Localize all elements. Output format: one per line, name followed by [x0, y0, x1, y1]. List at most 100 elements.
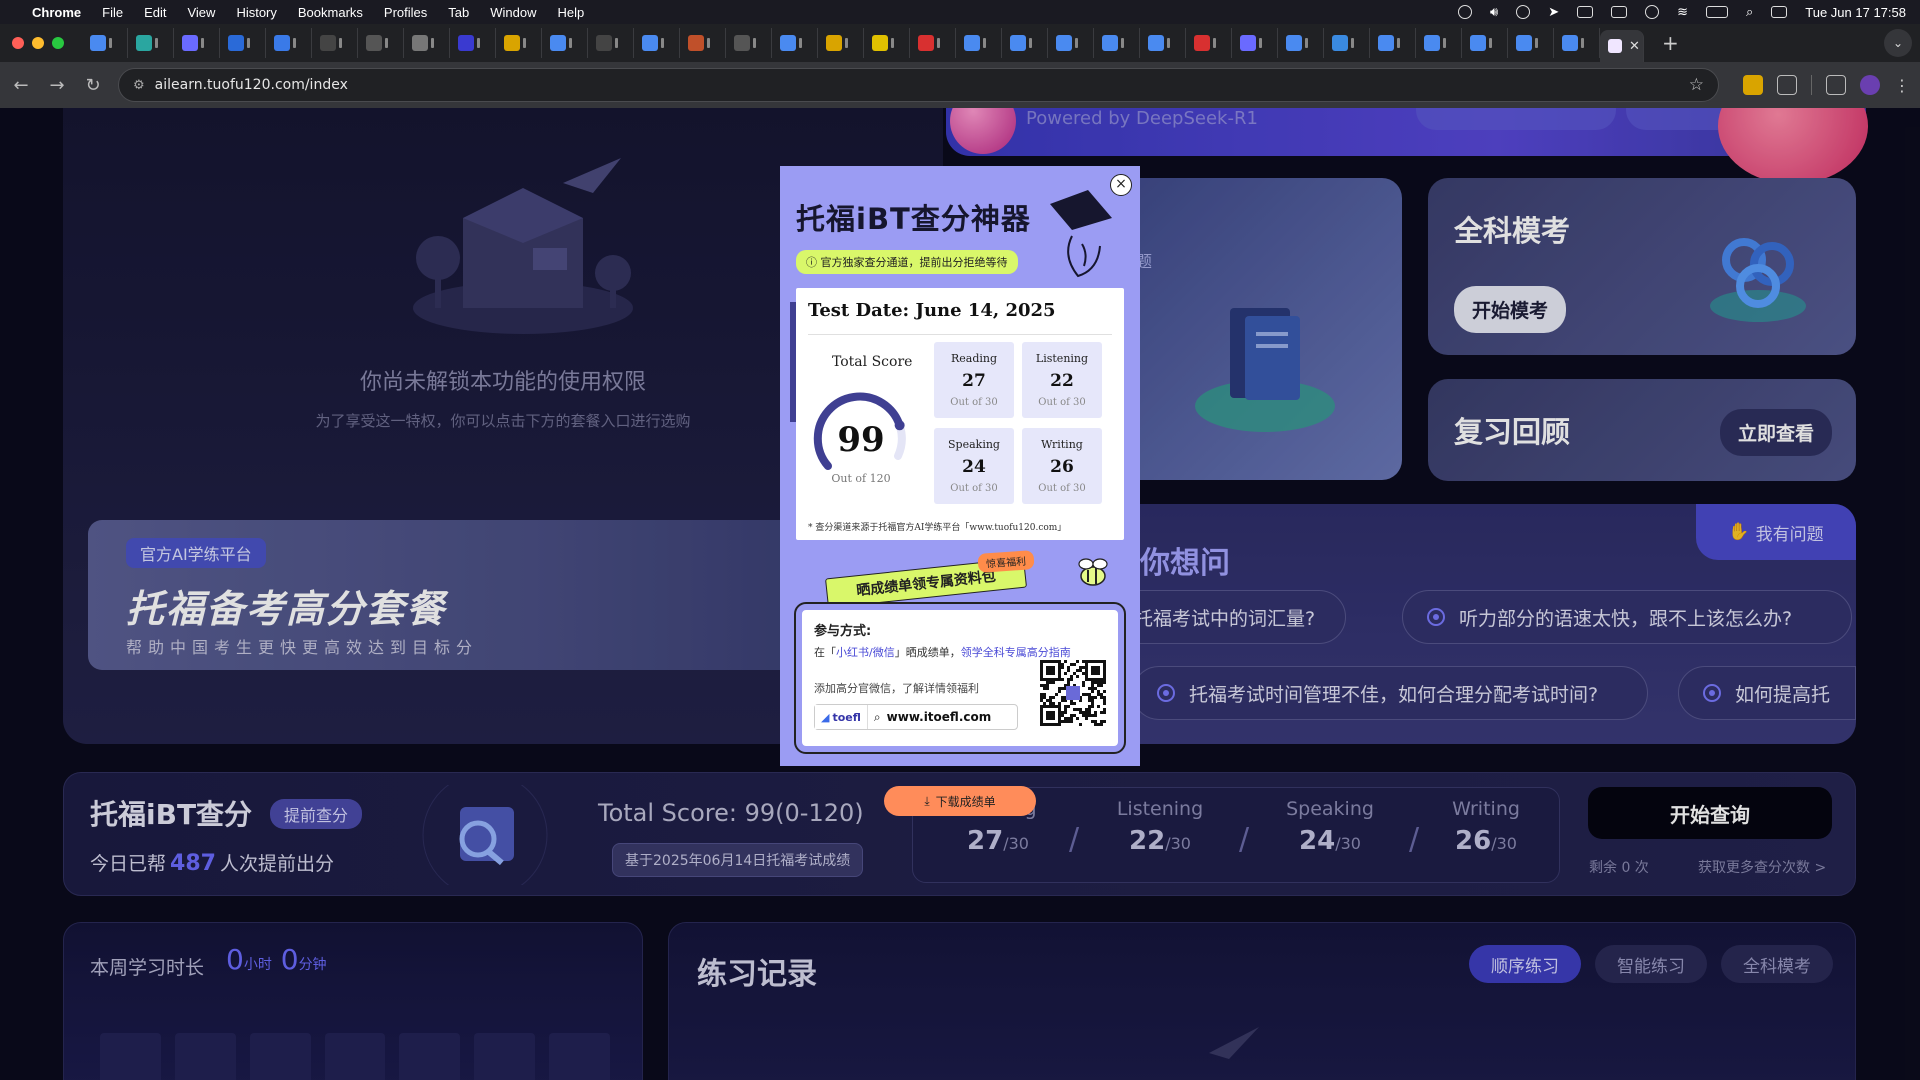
- site-search-box[interactable]: ◢ toefl ⌕ www.itoefl.com: [814, 704, 1018, 730]
- qr-module: [1052, 702, 1055, 705]
- reading-list-icon[interactable]: [1826, 75, 1846, 95]
- qr-module: [1082, 693, 1085, 696]
- browser-tab[interactable]: [818, 28, 864, 58]
- menu-file[interactable]: File: [102, 5, 123, 20]
- browser-tab[interactable]: [496, 28, 542, 58]
- browser-tab[interactable]: [82, 28, 128, 58]
- profile-avatar-icon[interactable]: [1860, 75, 1880, 95]
- extension-icon[interactable]: [1743, 75, 1763, 95]
- guide-link[interactable]: 领学全科专属高分指南: [961, 646, 1071, 659]
- bookmark-star-icon[interactable]: ☆: [1689, 75, 1704, 95]
- browser-tab[interactable]: [1324, 28, 1370, 58]
- extensions-puzzle-icon[interactable]: [1777, 75, 1797, 95]
- battery-icon[interactable]: [1706, 6, 1728, 18]
- browser-tab[interactable]: [864, 28, 910, 58]
- tab-favicon: [1562, 35, 1578, 51]
- browser-tab[interactable]: [174, 28, 220, 58]
- tab-favicon: [90, 35, 106, 51]
- input-source-icon[interactable]: [1611, 6, 1628, 18]
- status-icon[interactable]: [1457, 5, 1472, 19]
- tab-title-fragment: [615, 38, 618, 48]
- browser-tab[interactable]: [772, 28, 818, 58]
- qr-module: [1103, 669, 1106, 672]
- tab-active[interactable]: ✕: [1600, 30, 1644, 62]
- play-icon[interactable]: [1645, 5, 1660, 19]
- browser-tab[interactable]: [1370, 28, 1416, 58]
- close-modal-button[interactable]: ×: [1110, 174, 1132, 196]
- back-icon[interactable]: ←: [10, 75, 32, 96]
- browser-tab[interactable]: [1002, 28, 1048, 58]
- search-icon[interactable]: ⌕: [1746, 4, 1753, 20]
- forward-icon[interactable]: →: [46, 75, 68, 96]
- new-tab-button[interactable]: +: [1662, 31, 1679, 55]
- qr-module: [1040, 660, 1043, 663]
- menu-help[interactable]: Help: [558, 5, 585, 20]
- minimize-window-button[interactable]: [32, 37, 44, 49]
- browser-tab[interactable]: [1140, 28, 1186, 58]
- browser-tab[interactable]: [220, 28, 266, 58]
- address-bar[interactable]: ⚙ ailearn.tuofu120.com/index ☆: [118, 68, 1719, 102]
- zoom-window-button[interactable]: [52, 37, 64, 49]
- bee-icon: [1078, 558, 1108, 586]
- tab-title-fragment: [845, 38, 848, 48]
- menu-view[interactable]: View: [187, 5, 215, 20]
- browser-tab[interactable]: [1186, 28, 1232, 58]
- browser-tab[interactable]: [128, 28, 174, 58]
- qr-module: [1097, 666, 1100, 669]
- menu-edit[interactable]: Edit: [144, 5, 166, 20]
- clock[interactable]: Tue Jun 17 17:58: [1805, 5, 1906, 20]
- qr-module: [1103, 699, 1106, 702]
- tab-search-icon[interactable]: ⌄: [1884, 29, 1912, 57]
- wechat-note: 添加高分官微信，了解详情领福利: [814, 682, 979, 695]
- qr-module: [1046, 705, 1049, 708]
- qr-module: [1058, 714, 1061, 717]
- wifi-icon[interactable]: ≋: [1677, 4, 1688, 20]
- browser-tab[interactable]: [1278, 28, 1324, 58]
- browser-tab[interactable]: [588, 28, 634, 58]
- browser-tab[interactable]: [634, 28, 680, 58]
- browser-tab[interactable]: [1094, 28, 1140, 58]
- menu-history[interactable]: History: [236, 5, 276, 20]
- browser-tab[interactable]: [1232, 28, 1278, 58]
- menu-profiles[interactable]: Profiles: [384, 5, 427, 20]
- browser-tab[interactable]: [910, 28, 956, 58]
- browser-tab[interactable]: [1462, 28, 1508, 58]
- reload-icon[interactable]: ↻: [82, 75, 104, 96]
- download-report-button[interactable]: ⤓ 下载成绩单: [884, 786, 1036, 816]
- close-tab-icon[interactable]: ✕: [1629, 39, 1640, 54]
- tab-favicon: [366, 35, 382, 51]
- menu-tab[interactable]: Tab: [448, 5, 469, 20]
- send-icon[interactable]: ➤: [1548, 4, 1559, 20]
- sync-icon[interactable]: [1516, 5, 1531, 19]
- menu-bookmarks[interactable]: Bookmarks: [298, 5, 363, 20]
- display-icon[interactable]: [1577, 6, 1594, 18]
- volume-icon[interactable]: 🔊︎: [1490, 4, 1498, 20]
- browser-menu-icon[interactable]: ⋮: [1894, 76, 1910, 95]
- qr-module: [1055, 660, 1058, 663]
- browser-tab[interactable]: [726, 28, 772, 58]
- tab-title-fragment: [155, 38, 158, 48]
- browser-tab[interactable]: [312, 28, 358, 58]
- browser-tab[interactable]: [1048, 28, 1094, 58]
- browser-tab[interactable]: [450, 28, 496, 58]
- tab-favicon: [596, 35, 612, 51]
- browser-tab[interactable]: [1554, 28, 1600, 58]
- section-name: Speaking: [948, 438, 1000, 451]
- browser-tab[interactable]: [956, 28, 1002, 58]
- browser-tab[interactable]: [1416, 28, 1462, 58]
- close-window-button[interactable]: [12, 37, 24, 49]
- browser-tab[interactable]: [266, 28, 312, 58]
- menu-app-name[interactable]: Chrome: [32, 5, 81, 20]
- menu-window[interactable]: Window: [490, 5, 536, 20]
- url-text[interactable]: ailearn.tuofu120.com/index: [155, 77, 348, 93]
- browser-tab[interactable]: [404, 28, 450, 58]
- browser-tab[interactable]: [358, 28, 404, 58]
- browser-tab[interactable]: [542, 28, 588, 58]
- browser-tab[interactable]: [680, 28, 726, 58]
- qr-module: [1040, 666, 1043, 669]
- qr-module: [1046, 660, 1049, 663]
- browser-tab[interactable]: [1508, 28, 1554, 58]
- section-score: 26: [1050, 457, 1074, 477]
- site-info-icon[interactable]: ⚙: [133, 78, 145, 93]
- control-center-icon[interactable]: [1771, 6, 1788, 18]
